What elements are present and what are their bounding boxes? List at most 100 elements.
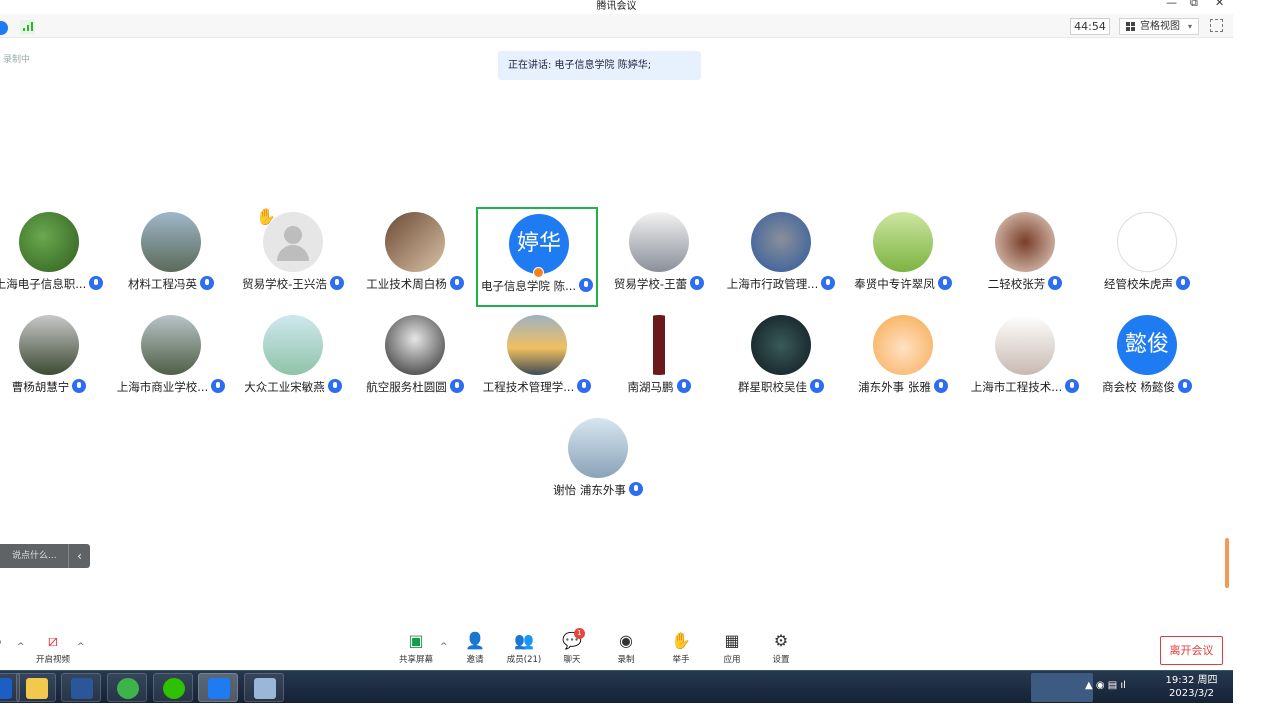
chat-placeholder: 说点什么... <box>12 551 57 561</box>
participant-name-label: 工业技术周白杨 <box>366 277 447 291</box>
input-method-tray[interactable] <box>1031 673 1093 702</box>
restore-button[interactable]: ⧉ <box>1190 0 1198 10</box>
audio-options-chevron-icon[interactable]: ^ <box>17 642 25 652</box>
share-options-chevron-icon[interactable]: ^ <box>440 642 448 652</box>
meeting-toolbar: 44:54 宫格视图 ▾ <box>0 14 1233 38</box>
share-screen-button[interactable]: ▣ 共享屏幕 <box>391 631 441 666</box>
word-taskbar-icon[interactable] <box>61 673 101 702</box>
security-shield-icon[interactable] <box>0 21 8 35</box>
participant-tile[interactable]: 二轻校张芳 <box>964 207 1086 307</box>
avatar <box>751 212 811 272</box>
participant-name-label: 谢怡 浦东外事 <box>553 483 626 497</box>
share-label: 共享屏幕 <box>398 655 433 665</box>
microphone-icon <box>628 482 643 496</box>
participant-name-label: 二轻校张芳 <box>987 277 1046 291</box>
participant-tile[interactable]: 工业技术周白杨 <box>354 207 476 307</box>
participant-name-label: 大众工业宋敏燕 <box>244 380 325 394</box>
settings-label: 设置 <box>772 655 790 665</box>
view-mode-label: 宫格视图 <box>1140 21 1180 32</box>
avatar <box>568 418 628 478</box>
tencent-meeting-taskbar-icon[interactable] <box>198 673 238 702</box>
microphone-icon <box>1177 379 1192 393</box>
minimize-button[interactable]: — <box>1166 0 1177 9</box>
avatar <box>19 212 79 272</box>
microphone-icon <box>577 379 592 393</box>
system-tray-icons[interactable]: ▲ ◉ ▤ ıl <box>1085 680 1126 691</box>
participant-name: 上海市工程技术... <box>964 379 1086 395</box>
apps-button[interactable]: ▦ 应用 <box>707 632 757 666</box>
microphone-icon <box>579 278 594 292</box>
participant-tile[interactable]: 材料工程冯英 <box>110 207 232 307</box>
participant-tile[interactable]: 航空服务杜圆圆 <box>354 310 476 410</box>
participant-name: 浦东外事 张雅 <box>842 379 964 395</box>
avatar <box>141 315 201 375</box>
settings-button[interactable]: ⚙ 设置 <box>756 632 806 666</box>
participant-name: 航空服务杜圆圆 <box>354 379 476 395</box>
participant-tile[interactable]: 大众工业宋敏燕 <box>232 310 354 410</box>
participant-tile[interactable]: 谢怡 浦东外事 <box>537 413 659 513</box>
wechat-taskbar-icon[interactable] <box>153 673 193 702</box>
screen-margin <box>1233 0 1267 713</box>
leave-meeting-button[interactable]: 离开会议 <box>1160 636 1223 665</box>
apps-label: 应用 <box>723 655 741 665</box>
participant-tile[interactable]: 南湖马鹏 <box>598 310 720 410</box>
host-badge-icon <box>533 267 544 278</box>
participant-tile[interactable]: 浦东外事 张雅 <box>842 310 964 410</box>
microphone-icon <box>1065 379 1080 393</box>
participant-tile[interactable]: 经管校朱虎声 <box>1086 207 1208 307</box>
participant-name-label: 上海市工程技术... <box>970 380 1063 394</box>
collapse-chat-icon[interactable]: ‹ <box>68 544 90 568</box>
participant-tile[interactable]: 奉贤中专许翠凤 <box>842 207 964 307</box>
recording-indicator: 录制中 <box>3 55 31 65</box>
participant-tile[interactable]: 上海市工程技术... <box>964 310 1086 410</box>
close-button[interactable]: ✕ <box>1215 0 1224 9</box>
participant-tile[interactable]: 婷华 电子信息学院 陈... <box>476 207 598 307</box>
participant-tile[interactable]: 懿俊 商会校 杨懿俊 <box>1086 310 1208 410</box>
participant-tile[interactable]: 曹杨胡慧宁 <box>0 310 110 410</box>
fullscreen-icon[interactable] <box>1210 19 1223 32</box>
avatar-initials: 懿俊 <box>1117 315 1177 375</box>
microphone-icon <box>690 276 705 290</box>
speaking-banner: 正在讲话: 电子信息学院 陈婷华; <box>498 51 701 80</box>
members-label: 成员(21) <box>506 655 542 665</box>
participant-tile[interactable]: 上海市商业学校... <box>110 310 232 410</box>
participant-name: 经管校朱虎声 <box>1086 276 1208 292</box>
participant-name: 材料工程冯英 <box>110 276 232 292</box>
microphone-icon <box>72 379 87 393</box>
file-explorer-taskbar-icon[interactable] <box>16 673 56 702</box>
microphone-icon <box>676 379 691 393</box>
participant-name: 大众工业宋敏燕 <box>232 379 354 395</box>
chat-label: 聊天 <box>563 655 581 665</box>
start-video-button[interactable]: ⧄ 开启视频 <box>28 632 78 666</box>
invite-button[interactable]: 👤 邀请 <box>450 632 500 666</box>
browser-taskbar-icon[interactable] <box>107 673 147 702</box>
paint-taskbar-icon[interactable] <box>244 673 284 702</box>
scroll-indicator[interactable] <box>1225 538 1229 588</box>
chat-input-box[interactable]: 说点什么... ‹ <box>0 544 90 568</box>
participant-name: 奉贤中专许翠凤 <box>842 276 964 292</box>
participant-tile[interactable]: 上海电子信息职... <box>0 207 110 307</box>
video-options-chevron-icon[interactable]: ^ <box>77 642 85 652</box>
avatar <box>385 315 445 375</box>
view-mode-dropdown[interactable]: 宫格视图 ▾ <box>1119 18 1199 35</box>
participant-tile[interactable]: ✋ 贸易学校-王兴浩 <box>232 207 354 307</box>
participant-name: 谢怡 浦东外事 <box>537 482 659 498</box>
raise-hand-button[interactable]: ✋ 举手 <box>656 632 706 666</box>
participant-tile[interactable]: 工程技术管理学... <box>476 310 598 410</box>
network-signal-icon[interactable] <box>20 20 35 34</box>
chevron-down-icon: ▾ <box>1187 22 1192 31</box>
participant-tile[interactable]: 上海市行政管理... <box>720 207 842 307</box>
share-screen-icon: ▣ <box>408 631 424 650</box>
microphone-icon <box>449 276 464 290</box>
avatar <box>507 315 567 375</box>
participant-tile[interactable]: 群星职校吴佳 <box>720 310 842 410</box>
members-button[interactable]: 👥 成员(21) <box>499 632 549 666</box>
microphone-icon <box>329 276 344 290</box>
microphone-icon <box>933 379 948 393</box>
participant-name: 二轻校张芳 <box>964 276 1086 292</box>
participant-name: 电子信息学院 陈... <box>478 278 596 294</box>
participant-tile[interactable]: 贸易学校-王蕾 <box>598 207 720 307</box>
record-button[interactable]: ◉ 录制 <box>601 632 651 666</box>
chat-button[interactable]: 💬 1 聊天 <box>547 628 597 665</box>
system-clock[interactable]: 19:32 周四 2023/3/2 <box>1164 674 1219 700</box>
